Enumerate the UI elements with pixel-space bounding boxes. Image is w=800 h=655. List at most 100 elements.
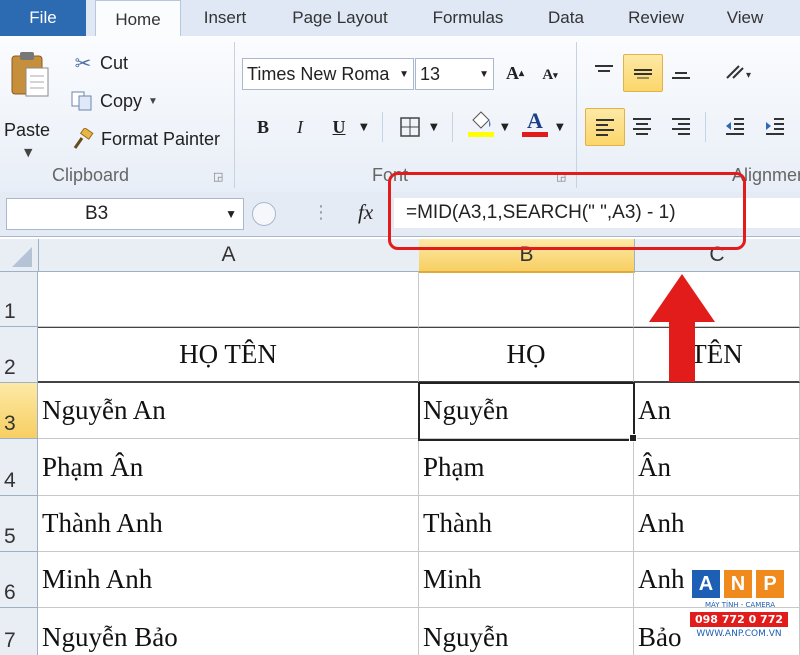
- align-right-button[interactable]: [662, 108, 700, 144]
- tab-page-layout[interactable]: Page Layout: [275, 0, 405, 36]
- row-header-7[interactable]: 7: [0, 608, 38, 655]
- cell-c3[interactable]: An: [634, 383, 800, 439]
- cut-button[interactable]: ✂ Cut: [72, 50, 128, 76]
- logo-tagline: MÁY TÍNH - CAMERA: [704, 601, 776, 609]
- copy-label: Copy: [100, 90, 143, 111]
- column-header-a[interactable]: A: [38, 239, 420, 271]
- tab-view[interactable]: View: [716, 0, 774, 36]
- cell-c5[interactable]: Anh: [634, 496, 800, 552]
- align-center-button[interactable]: [623, 108, 661, 144]
- font-name-combo[interactable]: Times New Roma ▼: [242, 58, 414, 90]
- paste-label: Paste: [4, 120, 51, 140]
- paste-button[interactable]: Paste ▼: [4, 48, 54, 168]
- fill-color-button[interactable]: [466, 108, 496, 138]
- cell-b4[interactable]: Phạm: [419, 439, 634, 496]
- font-color-dropdown-icon[interactable]: ▼: [556, 122, 564, 133]
- font-size-combo[interactable]: 13 ▼: [415, 58, 494, 90]
- copy-button[interactable]: Copy ▼: [70, 88, 158, 114]
- grow-font-button[interactable]: A ▴: [500, 58, 530, 88]
- row-header-1[interactable]: 1: [0, 272, 38, 327]
- cell-c4[interactable]: Ân: [634, 439, 800, 496]
- borders-icon[interactable]: [395, 112, 425, 142]
- clipboard-group-label: Clipboard: [52, 165, 130, 185]
- red-arrow-icon: [647, 272, 717, 384]
- borders-dropdown-icon[interactable]: ▼: [430, 122, 438, 133]
- tab-file[interactable]: File: [0, 0, 86, 36]
- tab-insert[interactable]: Insert: [190, 0, 260, 36]
- select-all-button[interactable]: [0, 239, 39, 271]
- bottom-align-button[interactable]: [662, 54, 700, 90]
- paint-bucket-icon: [472, 110, 491, 129]
- cell-a1[interactable]: [38, 272, 419, 327]
- formula-bar-resize-handle[interactable]: [252, 202, 276, 226]
- cell-b5[interactable]: Thành: [419, 496, 634, 552]
- logo-letter-p: P: [756, 570, 784, 598]
- group-separator: [576, 42, 577, 188]
- name-box[interactable]: B3 ▼: [6, 198, 244, 230]
- logo-phone: 098 772 0 772: [690, 612, 788, 627]
- decrease-indent-button[interactable]: [716, 108, 754, 144]
- cell-a4[interactable]: Phạm Ân: [38, 439, 419, 496]
- fill-color-swatch: [468, 131, 494, 137]
- copy-icon: [70, 91, 94, 111]
- anp-watermark-logo: A N P MÁY TÍNH - CAMERA 098 772 0 772 WW…: [688, 568, 792, 650]
- bold-button[interactable]: B: [248, 112, 278, 142]
- cell-b1[interactable]: [419, 272, 634, 327]
- format-painter-button[interactable]: Format Painter: [72, 126, 220, 152]
- top-align-button[interactable]: [585, 54, 623, 90]
- separator: [452, 112, 453, 142]
- tab-formulas[interactable]: Formulas: [418, 0, 518, 36]
- fill-color-dropdown-icon[interactable]: ▼: [501, 122, 509, 133]
- logo-site: WWW.ANP.COM.VN: [696, 629, 782, 639]
- logo-letter-a: A: [692, 570, 720, 598]
- row-header-2[interactable]: 2: [0, 327, 38, 383]
- font-color-swatch: [522, 131, 548, 137]
- ribbon: Paste ▼ ✂ Cut Copy ▼ Format Painter Clip…: [0, 36, 800, 193]
- row-header-5[interactable]: 5: [0, 496, 38, 552]
- shrink-font-button[interactable]: A ▾: [535, 60, 565, 90]
- font-size-value: 13: [420, 63, 441, 84]
- separator: [705, 112, 706, 142]
- fill-handle[interactable]: [629, 434, 637, 442]
- cell-b2[interactable]: HỌ: [419, 327, 634, 383]
- row-header-4[interactable]: 4: [0, 439, 38, 496]
- cell-b6[interactable]: Minh: [419, 552, 634, 608]
- tab-review[interactable]: Review: [614, 0, 698, 36]
- scissors-icon: ✂: [74, 52, 92, 75]
- cell-a2[interactable]: HỌ TÊN: [38, 327, 419, 383]
- underline-dropdown-icon[interactable]: ▼: [360, 122, 368, 133]
- paintbrush-icon: [72, 128, 94, 150]
- formula-highlight-box: [388, 172, 746, 250]
- separator: [382, 112, 383, 142]
- tab-home[interactable]: Home: [95, 0, 181, 38]
- chevron-down-icon: ▼: [225, 207, 237, 221]
- cell-a5[interactable]: Thành Anh: [38, 496, 419, 552]
- middle-align-button[interactable]: [623, 54, 663, 92]
- insert-function-button[interactable]: fx: [358, 200, 373, 225]
- chevron-down-icon: ▼: [479, 68, 489, 80]
- italic-button[interactable]: I: [285, 112, 315, 142]
- font-color-icon: A: [527, 107, 543, 133]
- cell-b7[interactable]: Nguyễn: [419, 608, 634, 655]
- cut-label: Cut: [100, 52, 129, 73]
- paste-icon: [8, 48, 52, 100]
- cell-a3[interactable]: Nguyễn An: [38, 383, 419, 439]
- row-header-6[interactable]: 6: [0, 552, 38, 608]
- logo-letter-n: N: [724, 570, 752, 598]
- row-header-3[interactable]: 3: [0, 383, 38, 439]
- format-painter-label: Format Painter: [101, 128, 221, 149]
- font-color-button[interactable]: A: [520, 108, 550, 138]
- clipboard-launcher-icon[interactable]: ◲: [213, 170, 223, 183]
- increase-indent-button[interactable]: [756, 108, 794, 144]
- cell-a7[interactable]: Nguyễn Bảo: [38, 608, 419, 655]
- copy-dropdown-icon[interactable]: ▼: [148, 96, 158, 107]
- align-left-button[interactable]: [585, 108, 625, 146]
- tab-data[interactable]: Data: [535, 0, 597, 36]
- cell-a6[interactable]: Minh Anh: [38, 552, 419, 608]
- orientation-button[interactable]: ▾: [718, 54, 764, 90]
- group-separator: [234, 42, 235, 188]
- underline-button[interactable]: U: [324, 112, 354, 142]
- name-box-value: B3: [85, 203, 109, 224]
- chevron-down-icon: ▼: [24, 146, 33, 159]
- active-cell-border: [418, 382, 635, 441]
